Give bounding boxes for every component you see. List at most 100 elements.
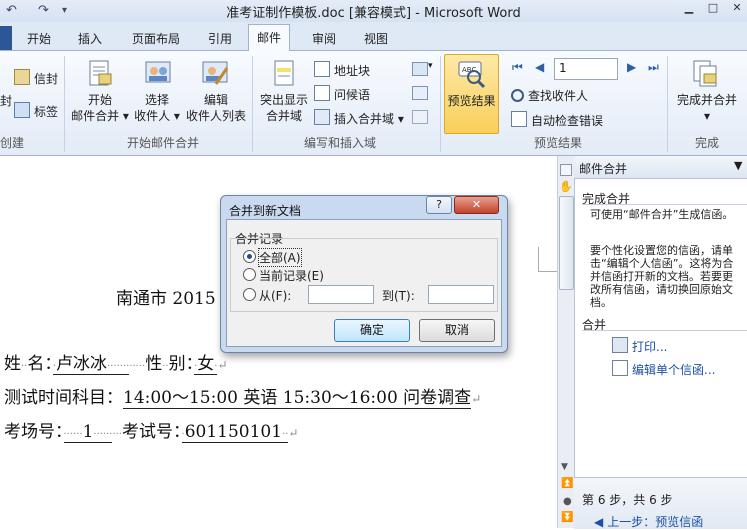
preview-results-label: 预览结果 — [447, 94, 496, 108]
preview-results-button[interactable]: ABC 预览结果 — [444, 54, 499, 134]
previous-page-icon[interactable]: ⏫ — [561, 478, 573, 489]
close-window-button[interactable]: ✕ — [728, 1, 746, 15]
previous-step-link[interactable]: ◀ 上一步：预览信函 — [594, 513, 703, 530]
record-number-value: 1 — [559, 61, 567, 75]
cancel-button[interactable]: 取消 — [419, 319, 495, 342]
highlight-merge-fields-button[interactable] — [269, 58, 299, 91]
ok-button[interactable]: 确定 — [334, 319, 410, 342]
name-value: 卢冰冰 — [56, 354, 108, 374]
dialog-close-button[interactable]: ✕ — [454, 196, 499, 214]
auto-check-errors-icon — [511, 111, 527, 127]
radio-from[interactable] — [243, 288, 256, 301]
start-mail-merge-icon — [89, 60, 112, 86]
next-record-icon[interactable]: ▶ — [627, 60, 636, 74]
page-corner-mark — [538, 247, 557, 272]
tab-references[interactable]: 引用 — [208, 30, 232, 47]
record-number-input[interactable]: 1 — [554, 58, 618, 80]
previous-record-icon[interactable]: ◀ — [535, 60, 544, 74]
finish-merge-icon — [693, 60, 717, 87]
rules-icon[interactable] — [412, 62, 428, 76]
group-separator — [252, 56, 253, 152]
task-pane-menu-chevron-icon[interactable]: ▼ — [734, 159, 742, 172]
minimize-button[interactable]: ▁ — [680, 1, 698, 15]
tab-page-layout[interactable]: 页面布局 — [132, 30, 180, 47]
tab-home[interactable]: 开始 — [27, 30, 51, 47]
scroll-down-icon[interactable]: ▼ — [561, 462, 568, 472]
rules-chevron-icon[interactable]: ▾ — [428, 61, 433, 71]
find-recipient-icon — [511, 89, 524, 102]
window-title: 准考证制作模板.doc [兼容模式] - Microsoft Word — [226, 6, 521, 21]
last-record-icon[interactable]: ⏭ — [648, 60, 659, 75]
greeting-line-button[interactable]: 问候语 — [314, 85, 370, 103]
group-separator — [667, 56, 668, 152]
doc-line-room-id: 考场号：······1·········考试号：·601150101··↵ — [4, 422, 299, 443]
group-label-finish: 完成 — [694, 136, 719, 150]
dialog-title: 合并到新文档 — [229, 204, 302, 218]
finish-merge-button[interactable] — [690, 58, 720, 91]
radio-from-label[interactable]: 从(F): — [259, 287, 291, 304]
printer-icon — [612, 337, 628, 353]
greeting-line-icon — [314, 85, 330, 101]
edit-letters-link[interactable]: 编辑单个信函... — [612, 360, 715, 378]
first-record-icon[interactable]: ⏮ — [512, 60, 523, 75]
from-input[interactable] — [308, 285, 374, 304]
hand-icon[interactable]: ✋ — [559, 180, 573, 193]
group-label-start-merge: 开始邮件合并 — [126, 136, 199, 150]
undo-icon[interactable]: ↶ — [6, 3, 17, 18]
room-value: 1 — [82, 422, 94, 442]
task-pane-header: 邮件合并 ▼ — [574, 156, 747, 179]
task-pane-title: 邮件合并 — [579, 162, 628, 176]
tab-mailings[interactable]: 邮件 — [248, 24, 291, 51]
radio-current-record-label[interactable]: 当前记录(E) — [259, 267, 324, 284]
address-block-button[interactable]: 地址块 — [314, 61, 370, 79]
envelope-button[interactable]: 信封 — [14, 69, 58, 87]
group-separator — [440, 56, 441, 152]
highlight-merge-fields-label: 突出显示 合并域 — [259, 93, 308, 123]
update-labels-icon[interactable] — [412, 110, 428, 124]
insert-merge-field-button[interactable]: 插入合并域 ▾ — [314, 109, 404, 127]
auto-check-errors-button[interactable]: 自动检查错误 — [511, 111, 603, 129]
radio-current-record[interactable] — [243, 268, 256, 281]
radio-all-label[interactable]: 全部(A) — [258, 248, 302, 267]
radio-all[interactable] — [243, 250, 256, 263]
start-mail-merge-button[interactable] — [85, 58, 115, 91]
file-tab[interactable] — [0, 26, 12, 50]
select-recipients-label: 选择 收件人 ▾ — [134, 93, 180, 123]
clipped-button-label[interactable]: 封 — [0, 92, 12, 109]
tab-view[interactable]: 视图 — [364, 30, 388, 47]
highlight-merge-fields-icon — [274, 60, 294, 86]
group-label-create: 创建 — [0, 136, 25, 150]
browse-object-icon[interactable]: ● — [563, 496, 572, 507]
insert-merge-field-icon — [314, 109, 330, 125]
to-input[interactable] — [428, 285, 494, 304]
scroll-thumb[interactable] — [559, 196, 574, 290]
group-label-preview: 预览结果 — [533, 136, 582, 150]
doc-line-time-subject: 测试时间科目：14:00～15:00 英语 15:30～16:00 问卷调查↵ — [4, 388, 482, 409]
start-mail-merge-label: 开始 邮件合并 ▾ — [71, 93, 129, 123]
labels-button[interactable]: 标签 — [14, 102, 58, 120]
title-bar: 准考证制作模板.doc [兼容模式] - Microsoft Word — [0, 0, 747, 22]
address-block-icon — [314, 61, 330, 77]
pane-divider — [582, 330, 747, 331]
document-heading: 南通市 2015 — [116, 289, 216, 309]
edit-recipient-list-button[interactable] — [200, 58, 230, 91]
preview-results-icon: ABC — [458, 61, 486, 89]
dialog-help-button[interactable]: ? — [426, 196, 452, 214]
edit-letters-icon — [612, 360, 628, 376]
exam-id-value: 601150101 — [184, 422, 283, 442]
select-recipients-button[interactable] — [143, 58, 173, 91]
group-separator — [64, 56, 65, 152]
select-recipients-icon — [145, 61, 171, 83]
find-recipient-button[interactable]: 查找收件人 — [511, 87, 588, 104]
customize-qa-chevron-icon[interactable]: ▾ — [62, 5, 67, 16]
tab-review[interactable]: 审阅 — [312, 30, 336, 47]
print-link[interactable]: 打印... — [612, 337, 667, 355]
next-page-icon[interactable]: ⏬ — [561, 512, 573, 523]
step-indicator: 第 6 步，共 6 步 — [582, 493, 673, 507]
redo-icon[interactable]: ↷ — [38, 3, 49, 18]
match-fields-icon[interactable] — [412, 86, 428, 100]
edit-recipient-list-icon — [202, 61, 229, 85]
ruler-toggle-icon[interactable] — [560, 164, 572, 176]
maximize-button[interactable]: □ — [704, 1, 722, 15]
tab-insert[interactable]: 插入 — [78, 30, 102, 47]
